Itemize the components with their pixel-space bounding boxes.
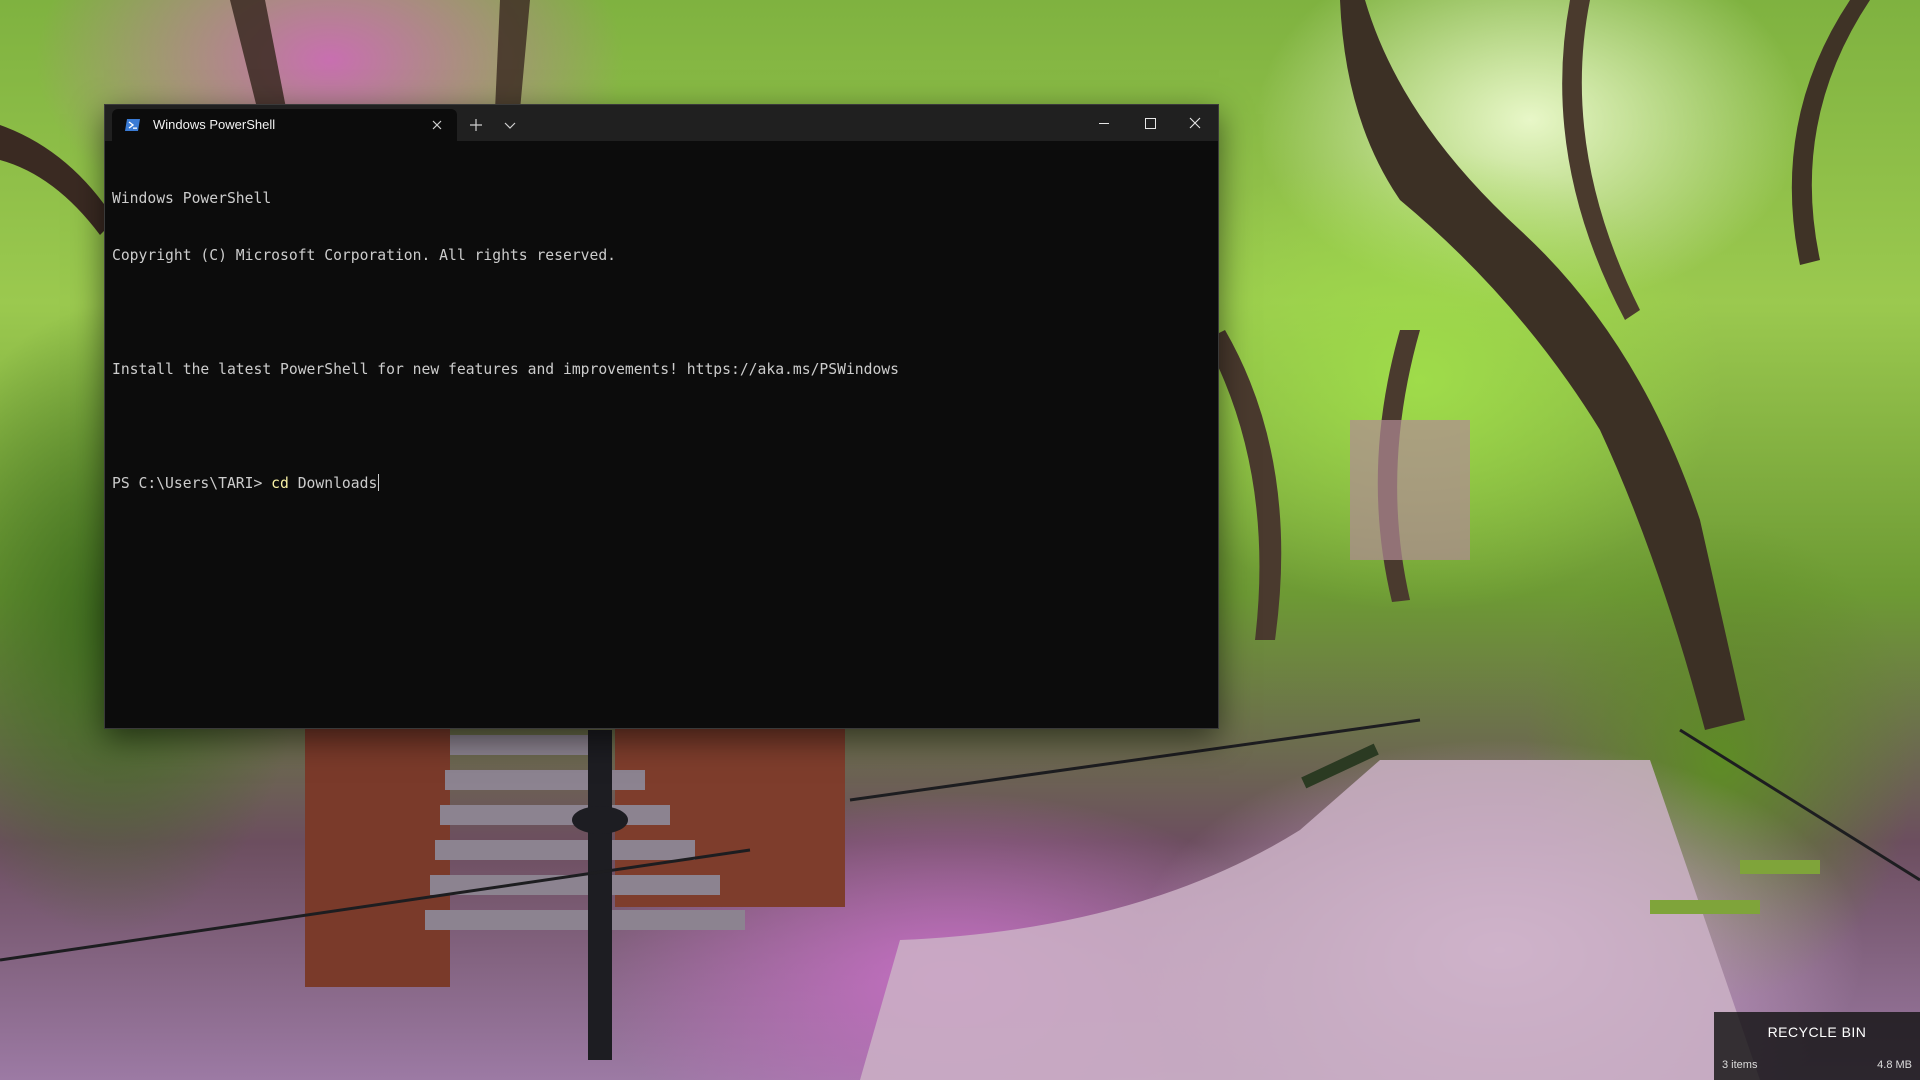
command-text: cd	[271, 475, 289, 492]
recycle-bin-size: 4.8 MB	[1877, 1059, 1912, 1071]
minimize-icon[interactable]	[1081, 105, 1127, 141]
prompt-text: PS C:\Users\TARI>	[112, 475, 272, 492]
prompt-line[interactable]: PS C:\Users\TARI> cd Downloads	[112, 474, 1208, 493]
maximize-icon[interactable]	[1127, 105, 1173, 141]
tab-title: Windows PowerShell	[153, 117, 276, 132]
console-line: Windows PowerShell	[112, 190, 272, 207]
text-cursor	[378, 474, 380, 491]
title-bar[interactable]: Windows PowerShell	[105, 105, 1218, 141]
chevron-down-icon[interactable]	[498, 113, 522, 137]
console-output[interactable]: Windows PowerShell Copyright (C) Microso…	[112, 151, 1208, 718]
new-tab-plus-icon[interactable]	[464, 113, 488, 137]
recycle-bin-title: RECYCLE BIN	[1767, 1024, 1867, 1040]
recycle-bin-item-count: 3 items	[1722, 1059, 1758, 1071]
close-icon[interactable]	[1172, 105, 1218, 141]
tab-windows-powershell[interactable]: Windows PowerShell	[112, 109, 457, 141]
console-line: Copyright (C) Microsoft Corporation. All…	[112, 247, 617, 264]
recycle-bin-widget[interactable]: RECYCLE BIN 3 items 4.8 MB	[1714, 1012, 1920, 1080]
tab-close-icon[interactable]	[427, 115, 447, 135]
command-argument: Downloads	[288, 475, 378, 492]
terminal-window[interactable]: Windows PowerShell Windows PowerShell Co…	[104, 104, 1219, 729]
powershell-icon	[125, 118, 141, 132]
console-line: Install the latest PowerShell for new fe…	[112, 361, 899, 378]
